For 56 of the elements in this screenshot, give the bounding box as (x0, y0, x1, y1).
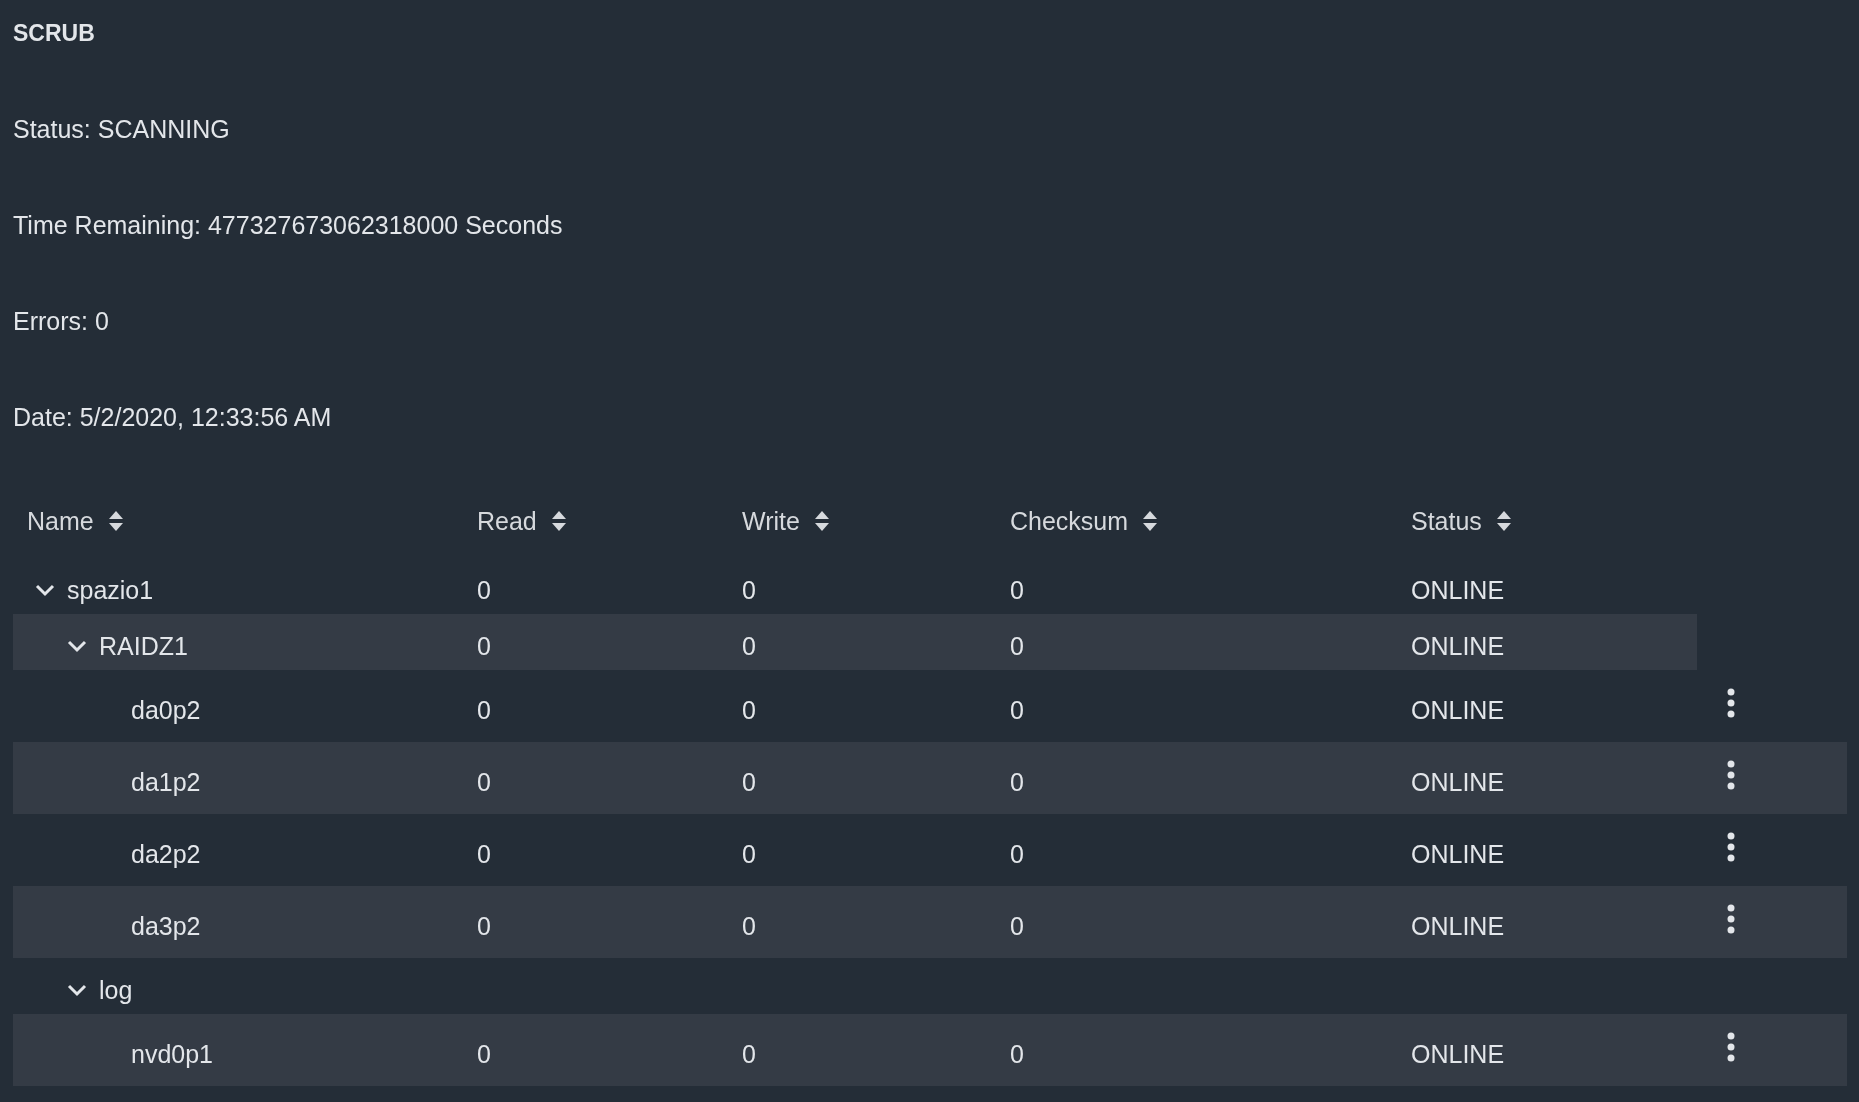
sort-icon (813, 510, 830, 532)
count-cell: 0 (1010, 839, 1024, 869)
name-cell: da2p2 (131, 839, 201, 869)
name-cell: spazio1 (67, 575, 154, 605)
count-cell: 0 (742, 631, 756, 661)
more-vertical-icon (1727, 832, 1735, 862)
sort-icon (107, 510, 124, 532)
count-cell: 0 (1010, 631, 1024, 661)
column-header[interactable]: Checksum (996, 506, 1397, 536)
status-cell: ONLINE (1411, 695, 1505, 725)
more-vertical-icon (1727, 904, 1735, 934)
column-header[interactable]: Name (13, 506, 463, 536)
status-cell: ONLINE (1411, 767, 1505, 797)
scrub-info-text: Status: SCANNING (13, 114, 230, 144)
scrub-info-text: Errors: 0 (13, 306, 109, 336)
more-vertical-icon (1727, 1032, 1735, 1062)
status-cell: ONLINE (1411, 911, 1505, 941)
count-cell: 0 (742, 767, 756, 797)
name-cell: log (99, 975, 133, 1005)
name-cell: nvd0p1 (131, 1039, 214, 1069)
count-cell: 0 (477, 767, 491, 797)
count-cell: 0 (1010, 575, 1024, 605)
count-cell: 0 (742, 839, 756, 869)
name-cell: RAIDZ1 (99, 631, 188, 661)
count-cell: 0 (477, 695, 491, 725)
scrub-info-text: Time Remaining: 477327673062318000 Seconds (13, 210, 563, 240)
status-cell: ONLINE (1411, 1039, 1505, 1069)
count-cell: 0 (742, 575, 756, 605)
sort-icon (550, 510, 567, 532)
scrub-info-text: Date: 5/2/2020, 12:33:56 AM (13, 402, 332, 432)
more-vertical-icon (1727, 760, 1735, 790)
count-cell: 0 (742, 1039, 756, 1069)
more-vertical-icon (1727, 688, 1735, 718)
section-title: SCRUB (13, 19, 95, 48)
status-cell: ONLINE (1411, 631, 1505, 661)
count-cell: 0 (477, 911, 491, 941)
name-cell: da1p2 (131, 767, 201, 797)
count-cell: 0 (742, 911, 756, 941)
name-cell: da0p2 (131, 695, 201, 725)
column-header[interactable]: Read (463, 506, 728, 536)
sort-icon (1142, 510, 1159, 532)
status-cell: ONLINE (1411, 575, 1505, 605)
column-header[interactable]: Status (1397, 506, 1697, 536)
name-cell: da3p2 (131, 911, 201, 941)
count-cell: 0 (1010, 767, 1024, 797)
count-cell: 0 (477, 1039, 491, 1069)
sort-icon (1495, 510, 1512, 532)
count-cell: 0 (1010, 1039, 1024, 1069)
column-header[interactable]: Write (728, 506, 996, 536)
status-cell: ONLINE (1411, 839, 1505, 869)
count-cell: 0 (477, 631, 491, 661)
count-cell: 0 (477, 839, 491, 869)
count-cell: 0 (1010, 911, 1024, 941)
count-cell: 0 (1010, 695, 1024, 725)
count-cell: 0 (742, 695, 756, 725)
count-cell: 0 (477, 575, 491, 605)
